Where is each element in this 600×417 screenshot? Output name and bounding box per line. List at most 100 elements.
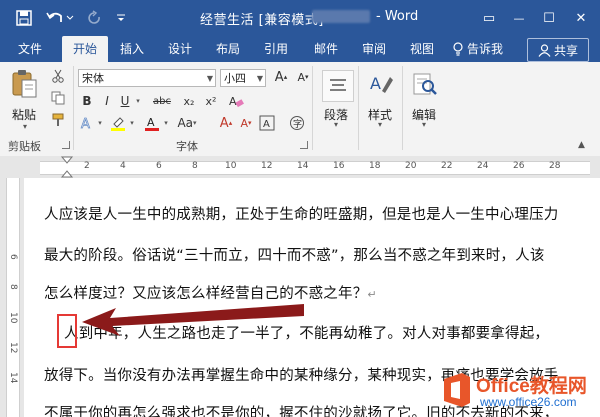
watermark-brand: Office教程网 — [476, 376, 587, 397]
font-size-value: 小四 — [224, 72, 246, 85]
styles-dropdown-icon[interactable]: ▾ — [378, 120, 382, 129]
tab-design[interactable]: 设计 — [162, 36, 198, 62]
font-color-icon[interactable]: A — [142, 114, 162, 132]
strikethrough-button[interactable]: abc — [150, 92, 174, 110]
share-label: 共享 — [553, 43, 578, 58]
lightbulb-icon — [453, 42, 463, 56]
editing-dropdown-icon[interactable]: ▾ — [422, 120, 426, 129]
ruler-number: 26 — [513, 161, 525, 171]
tell-me-box[interactable]: 告诉我 — [452, 36, 503, 62]
redo-icon[interactable] — [84, 8, 104, 28]
clipboard-group-label: 剪贴板 — [8, 140, 41, 153]
undo-icon[interactable] — [44, 8, 76, 28]
cut-icon[interactable] — [50, 68, 66, 84]
user-icon — [538, 43, 551, 57]
svg-text:A: A — [263, 119, 270, 130]
tab-review[interactable]: 审阅 — [356, 36, 392, 62]
font-color-dropdown-icon[interactable]: ▾ — [162, 114, 170, 132]
ruler-number: 16 — [333, 161, 345, 171]
paragraph-icon[interactable] — [322, 70, 354, 102]
ribbon-display-options-icon[interactable]: ▭ — [480, 8, 498, 28]
enclose-character-icon[interactable]: 字 — [288, 114, 306, 132]
bold-button[interactable]: B — [80, 92, 94, 110]
blurred-title-text — [312, 10, 370, 23]
svg-text:A: A — [370, 74, 381, 93]
grow-font-icon[interactable]: A ▴ — [272, 68, 290, 86]
watermark: Office教程网 www.office26.com — [440, 367, 600, 417]
ruler-number: 20 — [405, 161, 417, 171]
underline-button[interactable]: U — [118, 92, 132, 110]
title-bar: 经营生活 [兼容模式] - Word ▭ — ☐ ✕ — [0, 0, 600, 36]
document-line: 人应该是人一生中的成熟期，正处于生命的旺盛期，但是也是人一生中心理压力 — [44, 207, 559, 223]
text-effects-icon[interactable]: A — [78, 114, 96, 132]
format-painter-icon[interactable] — [50, 112, 66, 128]
annotation-arrow-icon — [82, 304, 304, 336]
paste-dropdown-icon[interactable]: ▾ — [23, 122, 27, 131]
ruler-number: 4 — [120, 161, 126, 171]
editing-icon[interactable] — [410, 68, 440, 100]
customize-toolbar-icon[interactable] — [114, 8, 128, 28]
shrink-font-icon[interactable]: A ▾ — [294, 68, 312, 86]
minimize-button[interactable]: — — [510, 8, 528, 28]
font-name-value: 宋体 — [82, 72, 104, 85]
font-name-dropdown-icon[interactable]: ▼ — [207, 70, 213, 88]
font-launcher-icon[interactable] — [300, 141, 308, 149]
ruler-number: 18 — [369, 161, 381, 171]
tab-layout[interactable]: 布局 — [210, 36, 246, 62]
clear-formatting-icon[interactable]: A — [226, 92, 246, 110]
copy-icon[interactable] — [50, 90, 66, 106]
svg-text:字: 字 — [293, 118, 302, 130]
highlight-dropdown-icon[interactable]: ▾ — [128, 114, 136, 132]
watermark-url: www.office26.com — [480, 395, 577, 409]
shrink-font-small-icon[interactable]: A ▾ — [238, 114, 254, 132]
tab-file[interactable]: 文件 — [12, 36, 48, 62]
highlight-color-icon[interactable] — [108, 114, 128, 132]
paragraph-dropdown-icon[interactable]: ▾ — [334, 120, 338, 129]
ruler-number: 10 — [225, 161, 237, 171]
font-name-combo[interactable]: 宋体 ▼ — [78, 69, 216, 87]
grow-font-small-icon[interactable]: A ▴ — [218, 114, 234, 132]
tab-home[interactable]: 开始 — [62, 36, 108, 62]
paste-label[interactable]: 粘贴 — [12, 106, 36, 123]
maximize-button[interactable]: ☐ — [540, 8, 558, 28]
ruler-number: 6 — [156, 161, 162, 171]
paragraph-mark: ↵ — [367, 288, 377, 301]
save-icon[interactable] — [14, 8, 34, 28]
change-case-icon[interactable]: Aa ▾ — [176, 114, 198, 132]
ruler-number: 8 — [192, 161, 198, 171]
group-separator — [402, 66, 403, 150]
group-separator — [358, 66, 359, 150]
tab-insert[interactable]: 插入 — [114, 36, 150, 62]
font-group-label: 字体 — [176, 140, 198, 153]
font-size-dropdown-icon[interactable]: ▼ — [257, 70, 263, 88]
font-size-combo[interactable]: 小四 ▼ — [220, 69, 266, 87]
ruler-number: 24 — [477, 161, 489, 171]
ruler-number: 28 — [549, 161, 561, 171]
styles-icon[interactable]: A — [366, 68, 396, 100]
tab-mailings[interactable]: 邮件 — [308, 36, 344, 62]
paste-icon[interactable] — [8, 66, 40, 102]
underline-dropdown-icon[interactable]: ▾ — [134, 92, 142, 110]
ruler-number: 14 — [8, 372, 18, 384]
ribbon-tabs: 文件 开始 插入 设计 布局 引用 邮件 审阅 视图 告诉我 共享 — [0, 36, 600, 62]
window-title-suffix: - Word — [376, 9, 419, 24]
window-title: 经营生活 [兼容模式] — [200, 13, 324, 28]
ribbon-home: 粘贴 ▾ 剪贴板 宋体 ▼ 小四 ▼ A ▴ A ▾ B I U ▾ abc x₂ … — [0, 62, 600, 157]
collapse-ribbon-icon[interactable]: ▲ — [578, 140, 585, 150]
tab-references[interactable]: 引用 — [258, 36, 294, 62]
italic-button[interactable]: I — [100, 92, 114, 110]
close-button[interactable]: ✕ — [572, 8, 590, 28]
ruler-number: 14 — [297, 161, 309, 171]
tab-view[interactable]: 视图 — [404, 36, 440, 62]
ruler-number: 22 — [441, 161, 453, 171]
character-border-icon[interactable]: A — [258, 114, 276, 132]
subscript-button[interactable]: x₂ — [180, 92, 198, 110]
clipboard-launcher-icon[interactable] — [62, 141, 70, 149]
indent-marker-icon[interactable] — [60, 156, 74, 178]
horizontal-ruler[interactable]: 2 4 6 8 10 12 14 16 18 20 22 24 26 28 — [0, 156, 600, 179]
superscript-button[interactable]: x² — [202, 92, 220, 110]
vertical-ruler[interactable]: 6 8 10 12 14 — [0, 178, 25, 417]
document-line: 最大的阶段。俗话说“三十而立，四十而不惑”，那么当不惑之年到来时，人该 — [44, 248, 545, 264]
text-effects-dropdown-icon[interactable]: ▾ — [96, 114, 104, 132]
share-button[interactable]: 共享 — [527, 38, 589, 62]
